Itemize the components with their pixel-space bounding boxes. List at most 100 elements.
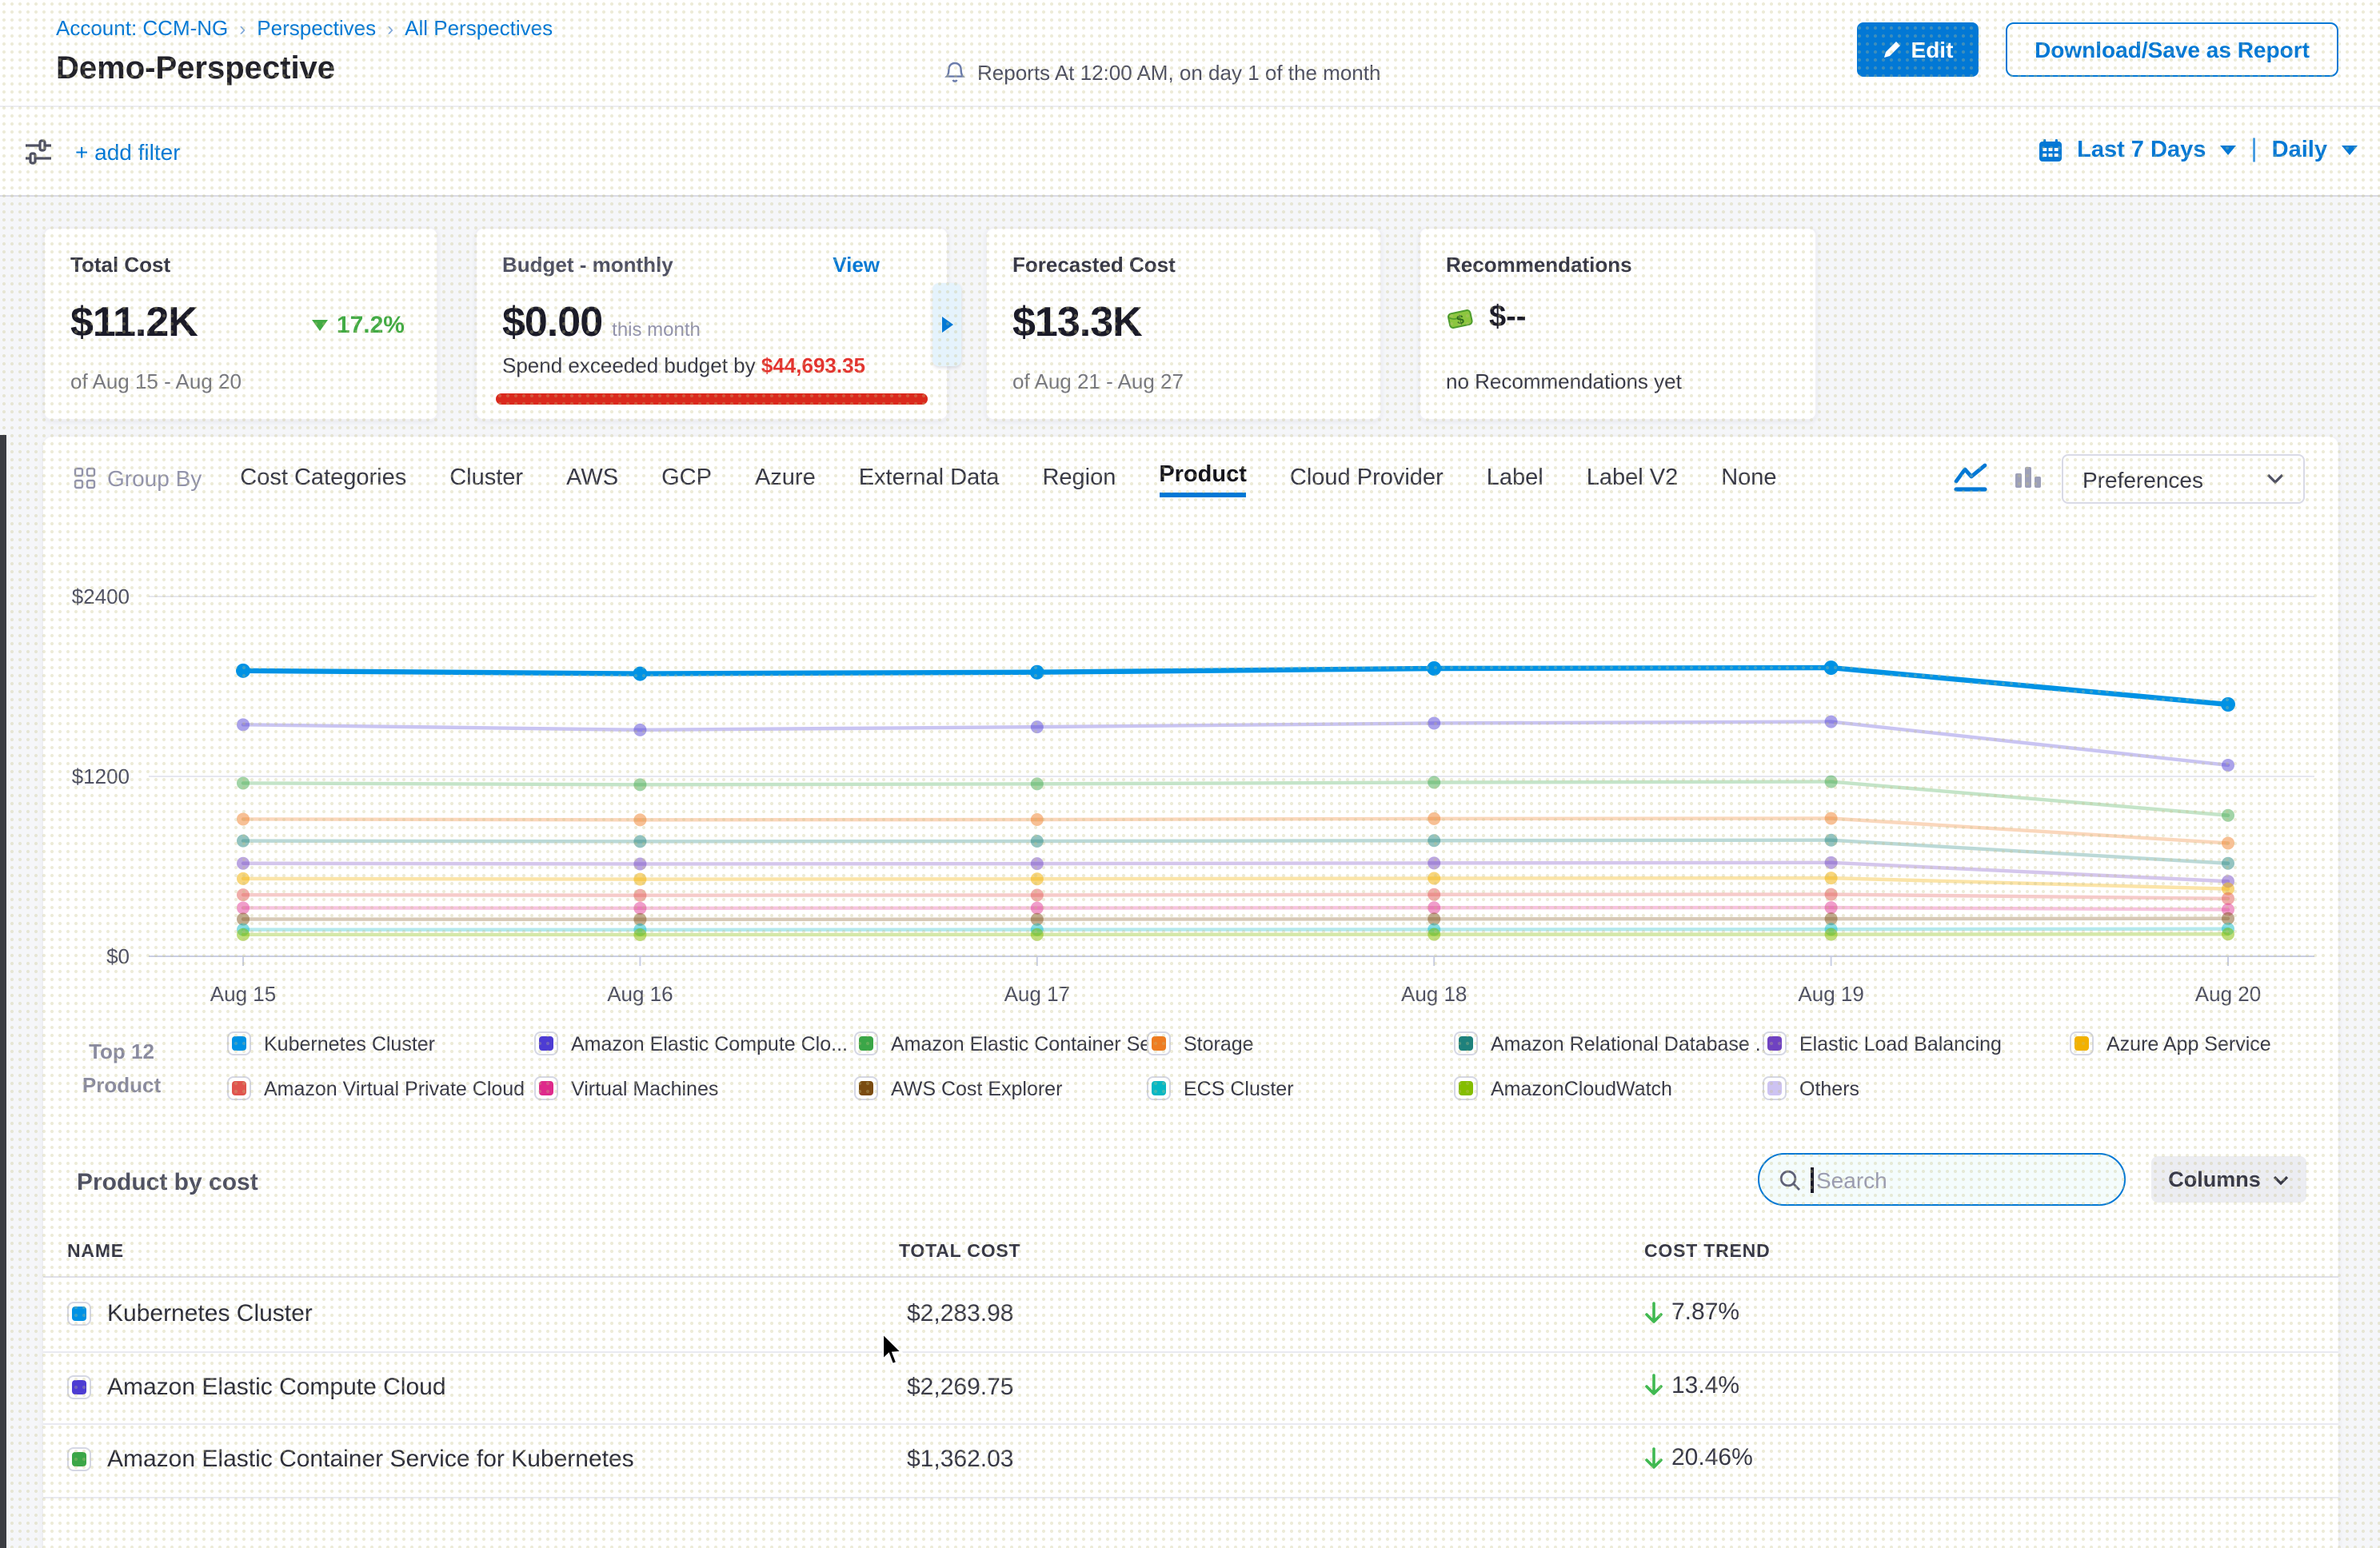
data-point-elastic-load-balancing[interactable] bbox=[1825, 856, 1838, 869]
data-point-virtual-machines[interactable] bbox=[1825, 901, 1838, 914]
data-point-storage[interactable] bbox=[1031, 813, 1044, 826]
data-point-amazon-elastic-container-service-for-kubernetes[interactable] bbox=[1428, 776, 1440, 789]
column-header-cost-trend[interactable]: COST TREND bbox=[1644, 1243, 1771, 1262]
legend-item-amazon-virtual-private-cloud[interactable]: Amazon Virtual Private Cloud bbox=[227, 1076, 525, 1100]
data-point-amazon-virtual-private-cloud[interactable] bbox=[1825, 888, 1838, 901]
groupby-tab-cost-categories[interactable]: Cost Categories bbox=[240, 456, 406, 501]
data-point-virtual-machines[interactable] bbox=[633, 902, 646, 915]
data-point-virtual-machines[interactable] bbox=[1428, 901, 1440, 914]
data-point-virtual-machines[interactable] bbox=[237, 901, 250, 914]
data-point-storage[interactable] bbox=[2222, 836, 2234, 849]
data-point-kubernetes-cluster[interactable] bbox=[236, 664, 250, 678]
data-point-amazon-elastic-compute-cloud[interactable] bbox=[237, 718, 250, 731]
chevron-down-icon[interactable] bbox=[2220, 146, 2236, 155]
data-point-amazon-elastic-container-service-for-kubernetes[interactable] bbox=[1031, 777, 1044, 790]
data-point-kubernetes-cluster[interactable] bbox=[2221, 697, 2235, 712]
download-save-report-button[interactable]: Download/Save as Report bbox=[2006, 22, 2338, 77]
table-row-kubernetes-cluster[interactable]: Kubernetes Cluster$2,283.987.87% bbox=[43, 1279, 2338, 1352]
data-point-amazoncloudwatch[interactable] bbox=[2222, 928, 2234, 940]
data-point-amazon-elastic-compute-cloud[interactable] bbox=[2222, 759, 2234, 772]
legend-item-amazon-elastic-compute-clo[interactable]: Amazon Elastic Compute Clo... bbox=[534, 1031, 848, 1055]
data-point-elastic-load-balancing[interactable] bbox=[633, 858, 646, 871]
filter-sliders-icon[interactable] bbox=[22, 136, 54, 168]
data-point-amazon-virtual-private-cloud[interactable] bbox=[237, 888, 250, 901]
data-point-azure-app-service[interactable] bbox=[1031, 872, 1044, 885]
budget-view-link[interactable]: View bbox=[833, 253, 880, 277]
data-point-elastic-load-balancing[interactable] bbox=[237, 857, 250, 870]
groupby-tab-region[interactable]: Region bbox=[1042, 456, 1116, 501]
granularity-selector[interactable]: Daily bbox=[2272, 138, 2327, 163]
data-point-amazoncloudwatch[interactable] bbox=[633, 928, 646, 941]
column-header-name[interactable]: NAME bbox=[67, 1243, 124, 1262]
data-point-amazon-virtual-private-cloud[interactable] bbox=[1428, 888, 1440, 901]
table-row-amazon-elastic-compute-cloud[interactable]: Amazon Elastic Compute Cloud$2,269.7513.… bbox=[43, 1352, 2338, 1425]
data-point-amazon-relational-database-service[interactable] bbox=[1428, 834, 1440, 847]
data-point-storage[interactable] bbox=[1825, 812, 1838, 825]
data-point-kubernetes-cluster[interactable] bbox=[1030, 665, 1044, 680]
data-point-amazoncloudwatch[interactable] bbox=[1825, 928, 1838, 941]
columns-button[interactable]: Columns bbox=[2151, 1156, 2306, 1203]
legend-item-amazon-relational-database[interactable]: Amazon Relational Database ... bbox=[1454, 1031, 1772, 1055]
column-header-total-cost[interactable]: TOTAL COST bbox=[899, 1243, 1020, 1262]
breadcrumb-all-perspectives-link[interactable]: All Perspectives bbox=[405, 16, 553, 40]
edit-button[interactable]: Edit bbox=[1857, 22, 1979, 77]
legend-item-storage[interactable]: Storage bbox=[1147, 1031, 1254, 1055]
data-point-amazon-elastic-container-service-for-kubernetes[interactable] bbox=[1825, 776, 1838, 788]
data-point-amazon-elastic-compute-cloud[interactable] bbox=[633, 724, 646, 736]
groupby-tab-external-data[interactable]: External Data bbox=[859, 456, 1000, 501]
legend-item-aws-cost-explorer[interactable]: AWS Cost Explorer bbox=[854, 1076, 1062, 1100]
data-point-azure-app-service[interactable] bbox=[1428, 872, 1440, 885]
data-point-storage[interactable] bbox=[1428, 812, 1440, 825]
line-chart-toggle-icon[interactable] bbox=[1953, 462, 1990, 493]
breadcrumb-perspectives-link[interactable]: Perspectives bbox=[257, 16, 376, 40]
groupby-tab-cluster[interactable]: Cluster bbox=[449, 456, 523, 501]
data-point-amazon-virtual-private-cloud[interactable] bbox=[1031, 889, 1044, 902]
budget-card-expand-button[interactable] bbox=[932, 283, 961, 366]
cost-trend-chart[interactable]: $2400$1200$0Aug 15Aug 16Aug 17Aug 18Aug … bbox=[43, 517, 2338, 1015]
data-point-amazon-relational-database-service[interactable] bbox=[633, 835, 646, 848]
groupby-tab-azure[interactable]: Azure bbox=[755, 456, 816, 501]
data-point-elastic-load-balancing[interactable] bbox=[1428, 856, 1440, 869]
data-point-amazon-virtual-private-cloud[interactable] bbox=[2222, 892, 2234, 905]
legend-item-others[interactable]: Others bbox=[1763, 1076, 1859, 1100]
data-point-amazon-elastic-compute-cloud[interactable] bbox=[1031, 720, 1044, 733]
data-point-amazoncloudwatch[interactable] bbox=[1428, 928, 1440, 941]
data-point-storage[interactable] bbox=[633, 813, 646, 826]
data-point-amazon-elastic-compute-cloud[interactable] bbox=[1825, 716, 1838, 728]
data-point-amazon-virtual-private-cloud[interactable] bbox=[633, 889, 646, 902]
data-point-amazon-elastic-container-service-for-kubernetes[interactable] bbox=[633, 778, 646, 791]
groupby-tab-label-v2[interactable]: Label V2 bbox=[1587, 456, 1679, 501]
data-point-amazon-relational-database-service[interactable] bbox=[1825, 834, 1838, 847]
data-point-amazoncloudwatch[interactable] bbox=[1031, 928, 1044, 941]
data-point-virtual-machines[interactable] bbox=[1031, 902, 1044, 915]
groupby-tab-label[interactable]: Label bbox=[1487, 456, 1543, 501]
data-point-amazon-relational-database-service[interactable] bbox=[237, 835, 250, 848]
legend-item-elastic-load-balancing[interactable]: Elastic Load Balancing bbox=[1763, 1031, 2002, 1055]
data-point-amazon-relational-database-service[interactable] bbox=[2222, 857, 2234, 870]
legend-item-ecs-cluster[interactable]: ECS Cluster bbox=[1147, 1076, 1294, 1100]
legend-item-virtual-machines[interactable]: Virtual Machines bbox=[534, 1076, 718, 1100]
data-point-kubernetes-cluster[interactable] bbox=[633, 667, 647, 681]
add-filter-button[interactable]: + add filter bbox=[75, 139, 181, 165]
date-range-selector[interactable]: Last 7 Days bbox=[2077, 138, 2206, 163]
data-point-amazon-elastic-container-service-for-kubernetes[interactable] bbox=[237, 776, 250, 789]
data-point-azure-app-service[interactable] bbox=[237, 872, 250, 885]
data-point-azure-app-service[interactable] bbox=[1825, 872, 1838, 884]
breadcrumb-account-link[interactable]: Account: CCM-NG bbox=[56, 16, 228, 40]
legend-item-azure-app-service[interactable]: Azure App Service bbox=[2070, 1031, 2271, 1055]
data-point-azure-app-service[interactable] bbox=[633, 873, 646, 886]
groupby-tab-aws[interactable]: AWS bbox=[566, 456, 618, 501]
data-point-elastic-load-balancing[interactable] bbox=[1031, 857, 1044, 870]
data-point-amazon-elastic-compute-cloud[interactable] bbox=[1428, 716, 1440, 729]
preferences-dropdown[interactable]: Preferences bbox=[2062, 454, 2305, 504]
groupby-tab-product[interactable]: Product bbox=[1159, 453, 1247, 497]
legend-item-kubernetes-cluster[interactable]: Kubernetes Cluster bbox=[227, 1031, 435, 1055]
data-point-amazon-elastic-container-service-for-kubernetes[interactable] bbox=[2222, 809, 2234, 822]
groupby-tab-gcp[interactable]: GCP bbox=[661, 456, 712, 501]
data-point-kubernetes-cluster[interactable] bbox=[1427, 661, 1441, 676]
data-point-storage[interactable] bbox=[237, 812, 250, 825]
data-point-amazoncloudwatch[interactable] bbox=[237, 928, 250, 941]
groupby-tab-cloud-provider[interactable]: Cloud Provider bbox=[1290, 456, 1444, 501]
table-row-amazon-elastic-container-service-for-kubernetes[interactable]: Amazon Elastic Container Service for Kub… bbox=[43, 1425, 2338, 1498]
legend-item-amazoncloudwatch[interactable]: AmazonCloudWatch bbox=[1454, 1076, 1672, 1100]
